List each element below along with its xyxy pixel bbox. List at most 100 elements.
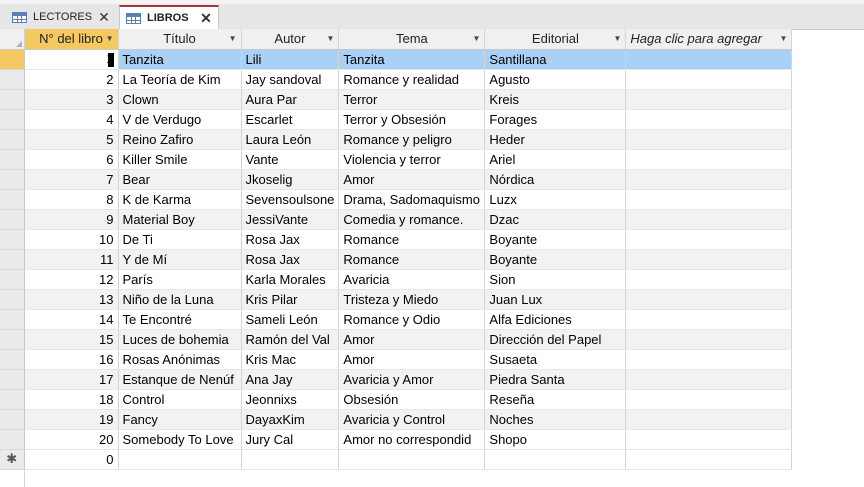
record-selector[interactable] <box>0 249 25 270</box>
table-row[interactable]: 9 Material Boy JessiVante Comedia y romance… <box>0 209 793 230</box>
cell-tema[interactable]: Violencia y terror <box>338 149 486 170</box>
new-record-icon[interactable]: ✱ <box>0 449 25 470</box>
cell-tema[interactable]: Avaricia y Amor <box>338 369 486 390</box>
cell-titulo[interactable]: V de Verdugo <box>118 109 242 130</box>
table-row[interactable]: 10 De Ti Rosa Jax Romance Boyante <box>0 229 793 250</box>
cell-numero[interactable]: 6 <box>24 149 119 170</box>
cell-numero[interactable]: 5 <box>24 129 119 150</box>
cell-numero[interactable]: 16 <box>24 349 119 370</box>
cell-tema[interactable]: Avaricia <box>338 269 486 290</box>
cell-titulo[interactable]: La Teoría de Kim <box>118 69 242 90</box>
record-selector[interactable] <box>0 289 25 310</box>
cell-titulo[interactable]: Material Boy <box>118 209 242 230</box>
cell-new-column[interactable] <box>625 349 793 370</box>
cell-titulo[interactable]: Control <box>118 389 242 410</box>
cell-empty[interactable] <box>625 449 793 470</box>
cell-titulo[interactable]: Y de Mí <box>118 249 242 270</box>
cell-new-column[interactable] <box>625 289 793 310</box>
cell-tema[interactable]: Romance <box>338 249 486 270</box>
cell-numero[interactable]: 12 <box>24 269 119 290</box>
cell-new-column[interactable] <box>625 109 793 130</box>
table-row[interactable]: 17 Estanque de Nenúf Ana Jay Avaricia y Amo… <box>0 369 793 390</box>
record-selector[interactable] <box>0 309 25 330</box>
cell-editorial[interactable]: Reseña <box>484 389 627 410</box>
table-row[interactable]: 20 Somebody To Love Jury Cal Amor no corres… <box>0 429 793 450</box>
cell-editorial[interactable]: Piedra Santa <box>484 369 627 390</box>
cell-new-column[interactable] <box>625 169 793 190</box>
cell-new-column[interactable] <box>625 209 793 230</box>
cell-autor[interactable]: Jury Cal <box>241 429 340 450</box>
cell-autor[interactable]: Karla Morales <box>241 269 340 290</box>
table-row[interactable]: 14 Te Encontré Sameli León Romance y Odio Al… <box>0 309 793 330</box>
cell-tema[interactable]: Tanzita <box>338 49 486 70</box>
cell-editorial[interactable]: Alfa Ediciones <box>484 309 627 330</box>
cell-editorial[interactable]: Shopo <box>484 429 627 450</box>
table-row[interactable]: 7 Bear Jkoselig Amor Nórdica <box>0 169 793 190</box>
table-row[interactable]: 3 Clown Aura Par Terror Kreis <box>0 89 793 110</box>
cell-titulo[interactable]: Killer Smile <box>118 149 242 170</box>
cell-new-column[interactable] <box>625 309 793 330</box>
chevron-down-icon[interactable]: ▼ <box>326 34 334 43</box>
new-record-row[interactable]: ✱ 0 <box>0 449 793 470</box>
record-selector[interactable] <box>0 349 25 370</box>
cell-autor[interactable]: Rosa Jax <box>241 229 340 250</box>
cell-editorial[interactable]: Juan Lux <box>484 289 627 310</box>
cell-new-column[interactable] <box>625 149 793 170</box>
cell-tema[interactable]: Amor no correspondid <box>338 429 486 450</box>
record-selector[interactable] <box>0 409 25 430</box>
record-selector[interactable] <box>0 229 25 250</box>
cell-numero[interactable]: 9 <box>24 209 119 230</box>
cell-new-column[interactable] <box>625 429 793 450</box>
cell-new-column[interactable] <box>625 389 793 410</box>
cell-editorial[interactable]: Susaeta <box>484 349 627 370</box>
cell-tema[interactable]: Comedia y romance. <box>338 209 486 230</box>
table-row[interactable]: 11 Y de Mí Rosa Jax Romance Boyante <box>0 249 793 270</box>
cell-titulo[interactable]: Bear <box>118 169 242 190</box>
cell-titulo[interactable]: De Ti <box>118 229 242 250</box>
cell-editorial[interactable]: Dirección del Papel <box>484 329 627 350</box>
close-icon[interactable]: ✕ <box>198 10 214 27</box>
table-row[interactable]: 8 K de Karma Sevensoulsone Drama, Sadomaqui… <box>0 189 793 210</box>
cell-titulo[interactable]: K de Karma <box>118 189 242 210</box>
record-selector[interactable] <box>0 169 25 190</box>
table-row[interactable]: 2 La Teoría de Kim Jay sandoval Romance y r… <box>0 69 793 90</box>
cell-editorial[interactable]: Boyante <box>484 249 627 270</box>
chevron-down-icon[interactable]: ▼ <box>229 34 237 43</box>
cell-autor[interactable]: Laura León <box>241 129 340 150</box>
column-header-autor[interactable]: Autor ▼ <box>241 29 340 50</box>
cell-new-column[interactable] <box>625 329 793 350</box>
table-row[interactable]: 5 Reino Zafiro Laura León Romance y peligro… <box>0 129 793 150</box>
cell-editorial[interactable]: Dzac <box>484 209 627 230</box>
cell-titulo[interactable]: Te Encontré <box>118 309 242 330</box>
cell-tema[interactable]: Amor <box>338 349 486 370</box>
record-selector[interactable] <box>0 69 25 90</box>
cell-autor[interactable]: Jeonnixs <box>241 389 340 410</box>
chevron-down-icon[interactable]: ▼ <box>779 34 787 43</box>
cell-empty[interactable] <box>241 449 340 470</box>
record-selector[interactable] <box>0 189 25 210</box>
cell-titulo[interactable]: París <box>118 269 242 290</box>
table-row[interactable]: 1TanzitaLiliTanzitaSantillana <box>0 49 793 70</box>
cell-editorial[interactable]: Nórdica <box>484 169 627 190</box>
cell-tema[interactable]: Romance <box>338 229 486 250</box>
column-header-numero[interactable]: N° del libro ▼ <box>24 29 119 50</box>
cell-autor[interactable]: Sevensoulsone <box>241 189 340 210</box>
cell-autor[interactable]: Sameli León <box>241 309 340 330</box>
cell-autor[interactable]: Vante <box>241 149 340 170</box>
cell-empty[interactable] <box>484 449 627 470</box>
cell-editorial[interactable]: Agusto <box>484 69 627 90</box>
chevron-down-icon[interactable]: ▼ <box>472 34 480 43</box>
cell-new-column[interactable] <box>625 249 793 270</box>
cell-titulo[interactable]: Luces de bohemia <box>118 329 242 350</box>
record-selector[interactable] <box>0 49 25 70</box>
cell-editorial[interactable]: Ariel <box>484 149 627 170</box>
cell-autor[interactable]: Jkoselig <box>241 169 340 190</box>
cell-tema[interactable]: Drama, Sadomaquismo <box>338 189 486 210</box>
record-selector[interactable] <box>0 89 25 110</box>
cell-autor[interactable]: Rosa Jax <box>241 249 340 270</box>
cell-tema[interactable]: Romance y Odio <box>338 309 486 330</box>
add-column-header[interactable]: Haga clic para agregar ▼ <box>625 29 793 50</box>
cell-numero[interactable]: 4 <box>24 109 119 130</box>
cell-numero[interactable]: 8 <box>24 189 119 210</box>
cell-titulo[interactable]: Clown <box>118 89 242 110</box>
